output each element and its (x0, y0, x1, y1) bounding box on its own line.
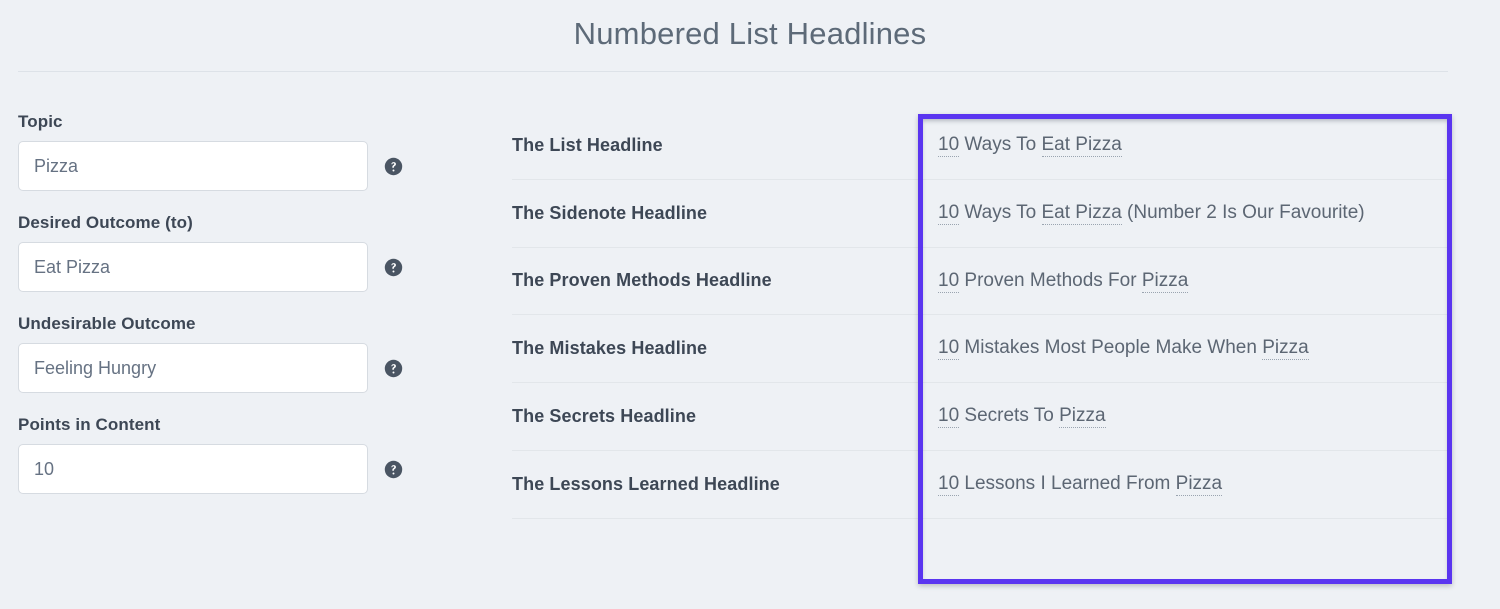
table-row: The Lessons Learned Headline 10 Lessons I… (512, 450, 1448, 519)
input-form-panel: Topic Desired Outcome (to) Undesirable Out… (0, 112, 500, 516)
headline-type-label: The Mistakes Headline (512, 338, 708, 359)
spellcheck-underlined-text: 10 (938, 134, 960, 157)
headline-results-table: The List Headline 10 Ways To Eat Pizza The… (512, 112, 1448, 519)
headline-type-label: The Secrets Headline (512, 405, 697, 426)
spellcheck-underlined-text: Pizza (1059, 405, 1106, 429)
generated-headline-text[interactable]: 10 Mistakes Most People Make When Pizza (938, 315, 1448, 383)
headline-type-label: The Proven Methods Headline (512, 270, 772, 291)
page-header: Numbered List Headlines (0, 0, 1500, 71)
table-row: The List Headline 10 Ways To Eat Pizza (512, 112, 1448, 180)
field-row (18, 141, 500, 191)
field-group: Topic (18, 112, 500, 191)
headline-results-panel: The List Headline 10 Ways To Eat Pizza The… (500, 112, 1500, 519)
spellcheck-underlined-text: 10 (938, 269, 960, 293)
text-input[interactable] (18, 444, 368, 494)
help-circle-icon[interactable] (384, 157, 403, 176)
generated-headline-text[interactable]: 10 Lessons I Learned From Pizza (938, 450, 1448, 518)
spellcheck-underlined-text: Pizza (1262, 337, 1309, 361)
page-title: Numbered List Headlines (573, 16, 927, 51)
table-row: The Proven Methods Headline 10 Proven Met… (512, 247, 1448, 315)
header-divider (18, 71, 1448, 72)
spellcheck-underlined-text: 10 (938, 337, 960, 361)
headline-type-label: The Lessons Learned Headline (512, 473, 780, 494)
spellcheck-underlined-text: 10 (938, 405, 960, 429)
table-row: The Mistakes Headline 10 Mistakes Most Pe… (512, 315, 1448, 383)
spellcheck-underlined-text: Eat Pizza (1041, 201, 1122, 225)
generated-headline-text[interactable]: 10 Proven Methods For Pizza (938, 247, 1448, 315)
field-row (18, 343, 500, 393)
headline-text-fragment: Secrets To (959, 405, 1060, 427)
headline-results-body: The List Headline 10 Ways To Eat Pizza The… (512, 112, 1448, 519)
table-row: The Sidenote Headline 10 Ways To Eat Pizz… (512, 179, 1448, 248)
field-label: Points in Content (18, 415, 161, 434)
main-content: Topic Desired Outcome (to) Undesirable Out… (0, 71, 1500, 519)
text-input[interactable] (18, 343, 368, 393)
spellcheck-underlined-text: 10 (938, 472, 960, 496)
generated-headline-text[interactable]: 10 Secrets To Pizza (938, 383, 1448, 451)
spellcheck-underlined-text: Eat Pizza (1041, 134, 1122, 157)
field-group: Undesirable Outcome (18, 314, 500, 393)
help-circle-icon[interactable] (384, 258, 403, 277)
field-group: Desired Outcome (to) (18, 213, 500, 292)
generated-headline-text[interactable]: 10 Ways To Eat Pizza (938, 112, 1448, 179)
text-input[interactable] (18, 242, 368, 292)
headline-type-label: The Sidenote Headline (512, 202, 708, 223)
headline-text-fragment: Lessons I Learned From (959, 472, 1176, 494)
headline-text-fragment: Ways To (959, 201, 1042, 223)
headline-text-fragment: Proven Methods For (959, 269, 1142, 291)
table-row: The Secrets Headline 10 Secrets To Pizza (512, 383, 1448, 451)
headline-text-fragment: Mistakes Most People Make When (959, 337, 1263, 359)
spellcheck-underlined-text: Pizza (1141, 269, 1189, 293)
field-row (18, 444, 500, 494)
headline-text-fragment: Ways To (959, 134, 1042, 155)
field-row (18, 242, 500, 292)
field-label: Undesirable Outcome (18, 314, 196, 333)
field-label: Topic (18, 112, 63, 131)
headline-type-label: The List Headline (512, 134, 663, 155)
text-input[interactable] (18, 141, 368, 191)
headline-text-fragment: (Number 2 Is Our Favourite) (1121, 201, 1365, 223)
help-circle-icon[interactable] (384, 460, 403, 479)
field-group: Points in Content (18, 415, 500, 494)
spellcheck-underlined-text: 10 (938, 201, 960, 225)
field-label: Desired Outcome (to) (18, 213, 193, 232)
spellcheck-underlined-text: Pizza (1175, 472, 1223, 496)
help-circle-icon[interactable] (384, 359, 403, 378)
generated-headline-text[interactable]: 10 Ways To Eat Pizza (Number 2 Is Our Fa… (938, 179, 1448, 247)
